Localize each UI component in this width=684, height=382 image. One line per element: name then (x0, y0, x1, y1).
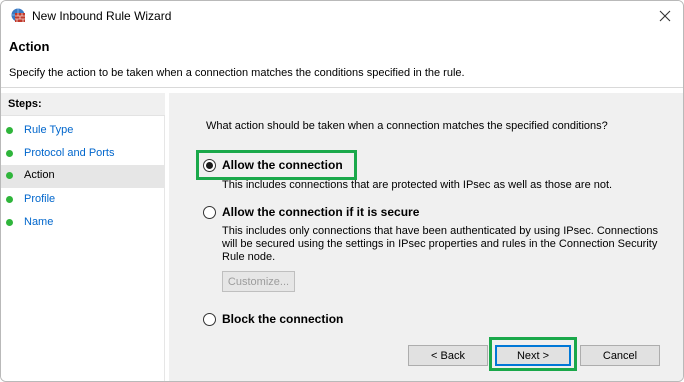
step-label: Rule Type (24, 124, 74, 136)
action-content: What action should be taken when a conne… (169, 93, 683, 381)
description-line: Rule node. (222, 251, 276, 263)
step-label: Profile (24, 193, 56, 205)
back-button[interactable]: < Back (408, 345, 488, 366)
step-rule-type[interactable]: Rule Type (1, 120, 165, 143)
block-connection-label[interactable]: Block the connection (222, 312, 343, 326)
step-bullet-icon (6, 172, 13, 179)
allow-connection-radio[interactable] (203, 159, 216, 172)
page-title: Action (9, 39, 50, 54)
wizard-window: New Inbound Rule Wizard Action Specify t… (0, 0, 684, 382)
page-description: Specify the action to be taken when a co… (9, 67, 465, 79)
step-protocol-and-ports[interactable]: Protocol and Ports (1, 143, 165, 166)
step-name[interactable]: Name (1, 212, 165, 235)
page-header: Action Specify the action to be taken wh… (1, 31, 683, 88)
allow-connection-description: This includes connections that are prote… (222, 179, 613, 191)
firewall-icon (10, 7, 26, 23)
step-bullet-icon (6, 196, 13, 203)
step-label: Name (24, 216, 54, 228)
description-line: This includes only connections that have… (222, 225, 658, 237)
allow-if-secure-description: This includes only connections that have… (222, 225, 658, 264)
allow-if-secure-radio[interactable] (203, 206, 216, 219)
close-icon (659, 10, 671, 22)
title-bar: New Inbound Rule Wizard (1, 1, 683, 31)
block-connection-radio[interactable] (203, 313, 216, 326)
close-button[interactable] (653, 4, 677, 28)
step-label: Action (24, 169, 55, 181)
next-button[interactable]: Next > (495, 345, 571, 366)
allow-if-secure-label[interactable]: Allow the connection if it is secure (222, 205, 419, 219)
step-bullet-icon (6, 219, 13, 226)
allow-connection-label[interactable]: Allow the connection (222, 158, 343, 172)
cancel-button[interactable]: Cancel (580, 345, 660, 366)
step-bullet-icon (6, 150, 13, 157)
customize-button[interactable]: Customize... (222, 271, 295, 292)
action-question: What action should be taken when a conne… (206, 120, 608, 132)
window-title: New Inbound Rule Wizard (32, 9, 172, 23)
step-action[interactable]: Action (1, 165, 165, 188)
step-bullet-icon (6, 127, 13, 134)
step-profile[interactable]: Profile (1, 189, 165, 212)
steps-heading: Steps: (1, 93, 165, 116)
steps-panel: Steps: Rule Type Protocol and Ports Acti… (1, 93, 165, 381)
step-label: Protocol and Ports (24, 147, 115, 159)
description-line: will be secured using the settings in IP… (222, 238, 658, 250)
